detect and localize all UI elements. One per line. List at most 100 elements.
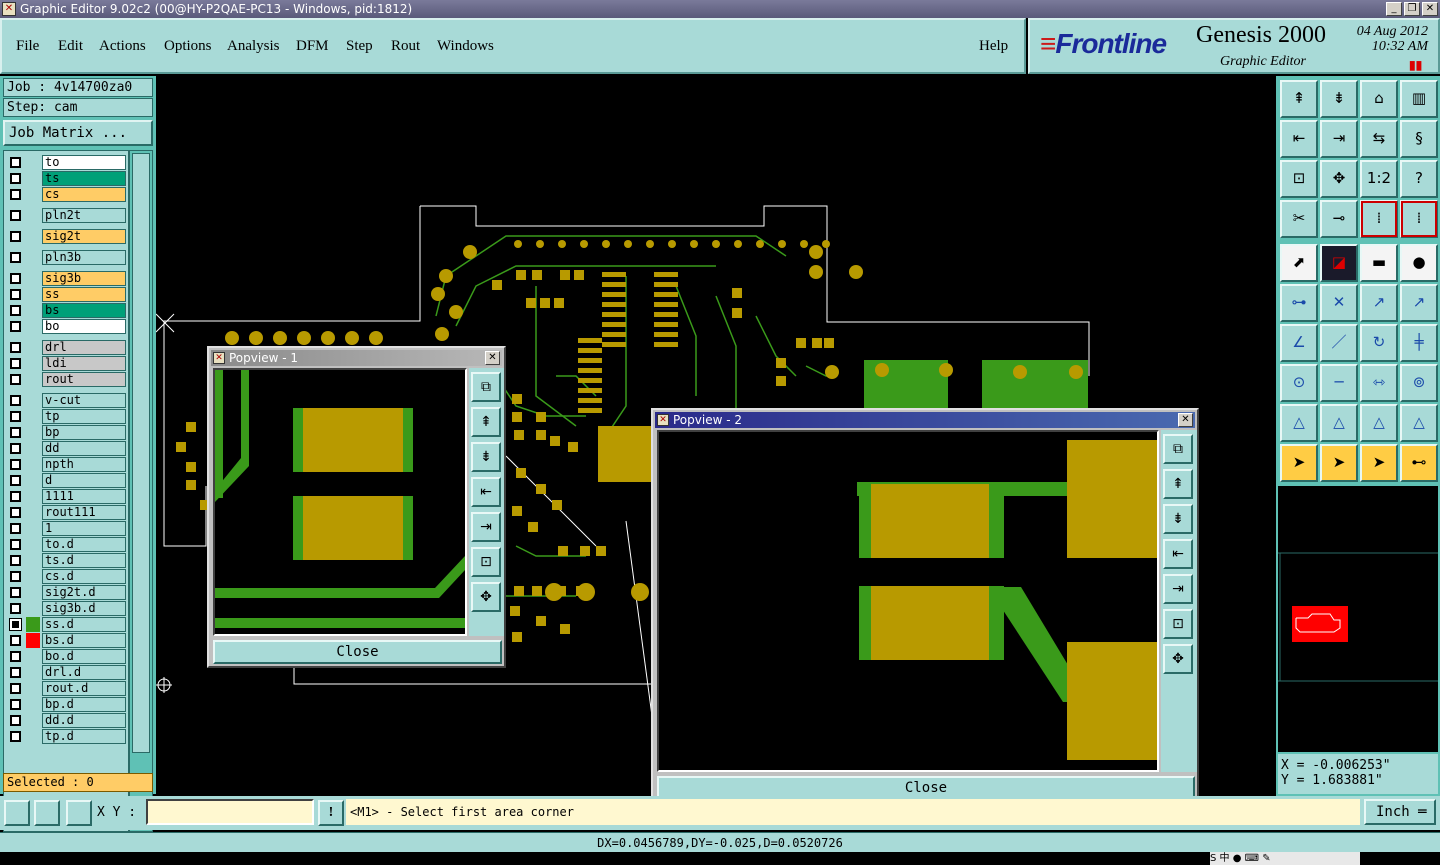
layer-name[interactable]: bs.d: [42, 633, 126, 648]
popview-pan-left-icon[interactable]: ⇤: [1163, 539, 1193, 569]
netlist-icon[interactable]: ⊚: [1400, 364, 1438, 402]
layer-checkbox[interactable]: [10, 289, 21, 300]
layer-name[interactable]: pln3b: [42, 250, 126, 265]
layer-name[interactable]: sig2t.d: [42, 585, 126, 600]
layer-checkbox[interactable]: [10, 374, 21, 385]
layer-row-d[interactable]: d: [8, 473, 126, 488]
layer-color-swatch[interactable]: [26, 319, 40, 334]
minimize-button[interactable]: _: [1386, 2, 1402, 16]
layer-color-swatch[interactable]: [26, 393, 40, 408]
layer-checkbox[interactable]: [10, 157, 21, 168]
menu-file[interactable]: File: [16, 38, 39, 55]
layer-name[interactable]: ss: [42, 287, 126, 302]
layer-row-ldi[interactable]: ldi: [8, 356, 126, 371]
layer-row-pln3b[interactable]: pln3b: [8, 250, 126, 265]
layer-name[interactable]: cs: [42, 187, 126, 202]
layer-color-swatch[interactable]: [26, 489, 40, 504]
layer-checkbox[interactable]: [10, 539, 21, 550]
layer-name[interactable]: rout111: [42, 505, 126, 520]
pointer-circle-icon[interactable]: ➤: [1360, 444, 1398, 482]
split-view-icon[interactable]: ▥: [1400, 80, 1438, 118]
pause-icon[interactable]: ▮▮: [1409, 58, 1422, 73]
layer-checkbox[interactable]: [10, 651, 21, 662]
ruler-icon[interactable]: ▬: [1360, 244, 1398, 282]
layer-checkbox[interactable]: [10, 475, 21, 486]
layer-name[interactable]: tp: [42, 409, 126, 424]
popview-pan-down-icon[interactable]: ⇟: [1163, 504, 1193, 534]
layer-row-cs.d[interactable]: cs.d: [8, 569, 126, 584]
layer-checkbox[interactable]: [10, 231, 21, 242]
zoom-center-icon[interactable]: ✥: [1320, 160, 1358, 198]
layer-checkbox[interactable]: [10, 358, 21, 369]
layer-row-to[interactable]: to: [8, 155, 126, 170]
pad-select-icon[interactable]: ●: [1400, 244, 1438, 282]
layer-checkbox[interactable]: [9, 618, 22, 631]
layer-checkbox[interactable]: [10, 321, 21, 332]
layer-color-swatch[interactable]: [26, 409, 40, 424]
layer-checkbox[interactable]: [10, 305, 21, 316]
layer-checkbox[interactable]: [10, 683, 21, 694]
layer-checkbox[interactable]: [10, 427, 21, 438]
layer-row-bo[interactable]: bo: [8, 319, 126, 334]
layer-name[interactable]: d: [42, 473, 126, 488]
menu-analysis[interactable]: Analysis: [227, 38, 280, 55]
scale-1-2-icon[interactable]: 1:2: [1360, 160, 1398, 198]
job-matrix-button[interactable]: Job Matrix ...: [3, 120, 153, 146]
layer-row-bp.d[interactable]: bp.d: [8, 697, 126, 712]
layer-color-swatch[interactable]: [26, 340, 40, 355]
layer-row-sig3b[interactable]: sig3b: [8, 271, 126, 286]
layer-name[interactable]: rout.d: [42, 681, 126, 696]
popview-1-close-button[interactable]: Close: [213, 640, 502, 664]
layer-row-to.d[interactable]: to.d: [8, 537, 126, 552]
arc-draw-icon[interactable]: ↻: [1360, 324, 1398, 362]
line-draw-icon[interactable]: ／: [1320, 324, 1358, 362]
layer-scrollbar[interactable]: [129, 150, 153, 832]
layer-row-drl.d[interactable]: drl.d: [8, 665, 126, 680]
layer-checkbox[interactable]: [10, 555, 21, 566]
layer-color-swatch[interactable]: [26, 271, 40, 286]
layer-color-swatch[interactable]: [26, 457, 40, 472]
connect-icon[interactable]: ⊶: [1280, 284, 1318, 322]
popview-1-close-icon[interactable]: ✕: [485, 351, 500, 365]
layer-color-swatch[interactable]: [26, 208, 40, 223]
layer-row-1111[interactable]: 1111: [8, 489, 126, 504]
layer-checkbox[interactable]: [10, 342, 21, 353]
layer-checkbox[interactable]: [10, 395, 21, 406]
layer-name[interactable]: 1111: [42, 489, 126, 504]
layer-color-swatch[interactable]: [26, 585, 40, 600]
layer-color-swatch[interactable]: [26, 537, 40, 552]
layer-checkbox[interactable]: [10, 635, 21, 646]
layer-row-sig2t[interactable]: sig2t: [8, 229, 126, 244]
layer-name[interactable]: dd.d: [42, 713, 126, 728]
layer-name[interactable]: bo.d: [42, 649, 126, 664]
pan-up-icon[interactable]: ⇞: [1280, 80, 1318, 118]
popview-zoom-center-icon[interactable]: ✥: [1163, 644, 1193, 674]
graphic-control-icon[interactable]: ✂: [1280, 200, 1318, 238]
pointer-box-icon[interactable]: ➤: [1320, 444, 1358, 482]
layer-name[interactable]: tp.d: [42, 729, 126, 744]
layer-color-swatch[interactable]: [26, 505, 40, 520]
layer-row-bs.d[interactable]: bs.d: [8, 633, 126, 648]
zoom-fit-icon[interactable]: ⊡: [1280, 160, 1318, 198]
pan-left-icon[interactable]: ⇤: [1280, 120, 1318, 158]
layer-name[interactable]: ts: [42, 171, 126, 186]
add-feature-icon[interactable]: ⬈: [1280, 244, 1318, 282]
popview-pan-right-icon[interactable]: ⇥: [471, 512, 501, 542]
layer-name[interactable]: dd: [42, 441, 126, 456]
popview-2-window[interactable]: ✕ Popview - 2 ✕ ⧉ ⇞ ⇟ ⇤ ⇥ ⊡ ✥ Close: [651, 408, 1199, 804]
layer-row-pln2t[interactable]: pln2t: [8, 208, 126, 223]
popview-1-titlebar[interactable]: ✕ Popview - 1 ✕: [211, 350, 502, 366]
layer-color-swatch[interactable]: [26, 372, 40, 387]
layer-row-rout[interactable]: rout: [8, 372, 126, 387]
trace-icon[interactable]: ─: [1320, 364, 1358, 402]
triangle-d-icon[interactable]: △: [1400, 404, 1438, 442]
menu-rout[interactable]: Rout: [391, 38, 420, 55]
layer-color-swatch[interactable]: [26, 553, 40, 568]
popview-zoom-center-icon[interactable]: ✥: [471, 582, 501, 612]
layer-checkbox[interactable]: [10, 715, 21, 726]
layer-name[interactable]: 1: [42, 521, 126, 536]
layer-stack-icon[interactable]: ⁞: [1400, 200, 1438, 238]
layer-color-swatch[interactable]: [26, 441, 40, 456]
layer-color-swatch[interactable]: [26, 713, 40, 728]
triangle-c-icon[interactable]: △: [1360, 404, 1398, 442]
